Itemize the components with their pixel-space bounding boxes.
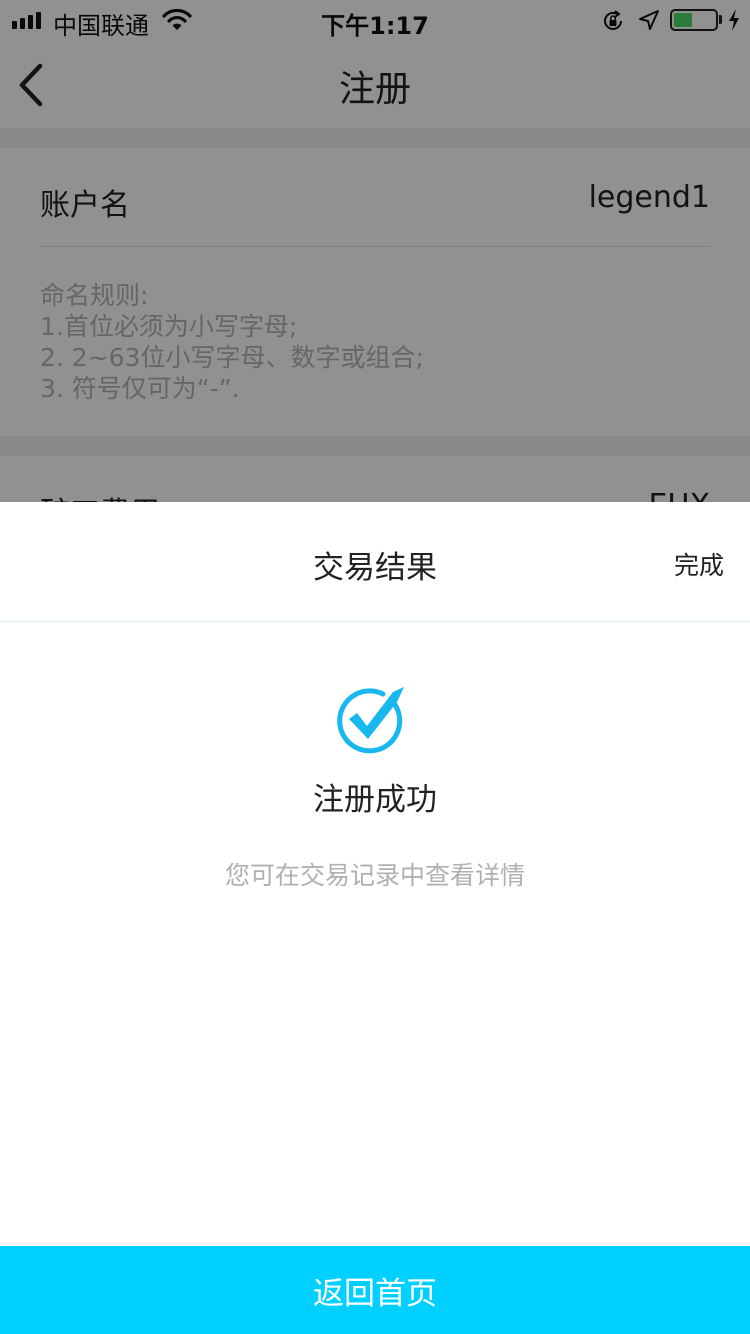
- divider: [0, 621, 750, 622]
- done-button[interactable]: 完成: [674, 546, 724, 582]
- check-circle-icon: [337, 687, 404, 754]
- back-to-home-button[interactable]: 返回首页: [0, 1246, 750, 1334]
- result-title: 注册成功: [313, 782, 437, 818]
- screen: 中国联通 下午1:17 注册 账户名 legend1 命名规则: 1.首位必须为…: [0, 0, 750, 1334]
- sheet-title: 交易结果: [313, 550, 437, 586]
- sheet-header: 交易结果 完成: [0, 502, 750, 622]
- transaction-result-sheet: 交易结果 完成 注册成功 您可在交易记录中查看详情 返回首页: [0, 502, 750, 1334]
- result-subtitle: 您可在交易记录中查看详情: [224, 861, 525, 890]
